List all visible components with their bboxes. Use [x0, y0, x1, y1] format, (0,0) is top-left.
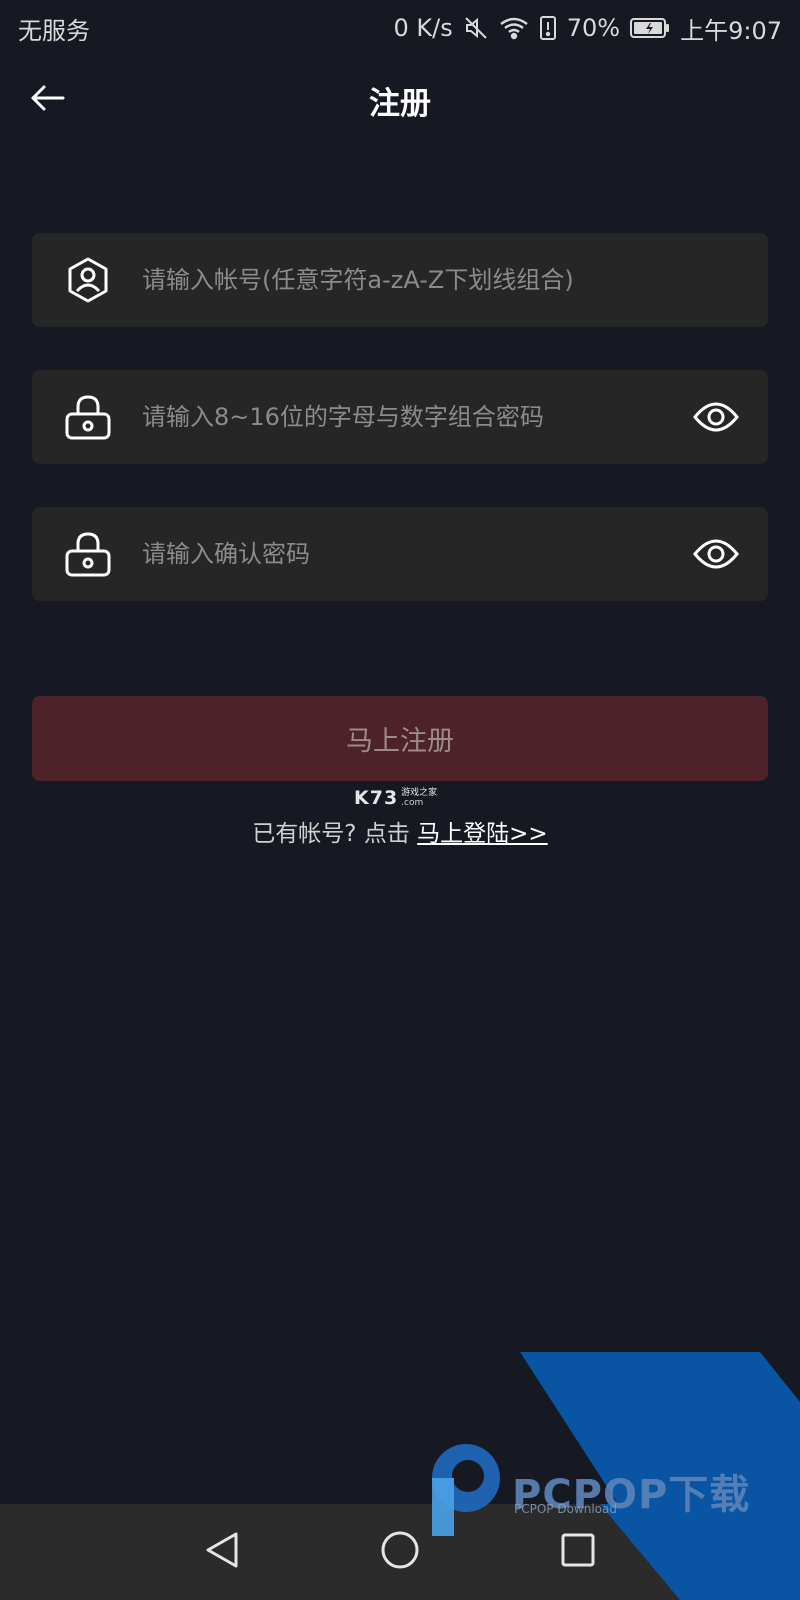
login-link[interactable]: 马上登陆>> — [417, 821, 548, 847]
nav-back-button[interactable] — [182, 1504, 262, 1600]
circle-home-icon — [380, 1530, 420, 1574]
confirm-password-input[interactable] — [142, 507, 690, 601]
mute-icon — [463, 15, 489, 41]
page-title: 注册 — [369, 85, 431, 122]
confirm-password-field — [32, 507, 768, 601]
k73-meta: 游戏之家 .com — [401, 788, 437, 808]
net-speed: 0 K/s — [393, 14, 453, 42]
carrier-label: 无服务 — [18, 16, 90, 45]
k73-logo: K73 — [354, 787, 399, 809]
triangle-back-icon — [204, 1531, 240, 1573]
lock-icon — [62, 528, 114, 580]
wifi-icon — [499, 15, 529, 41]
square-recent-icon — [560, 1532, 596, 1572]
lock-icon — [62, 391, 114, 443]
nav-home-button[interactable] — [360, 1504, 440, 1600]
battery-icon — [630, 17, 670, 39]
alert-icon — [539, 15, 557, 41]
has-account-text: 已有帐号? 点击 — [252, 821, 418, 847]
nav-recent-button[interactable] — [538, 1504, 618, 1600]
user-hexagon-icon — [62, 254, 114, 306]
k73-watermark: K73 游戏之家 .com — [354, 788, 450, 810]
status-bar: 无服务 0 K/s 70% 上午9:07 — [0, 0, 800, 56]
battery-percent: 70% — [566, 14, 621, 42]
k73-domain: .com — [401, 798, 424, 808]
arrow-left-icon — [30, 84, 66, 116]
account-input[interactable] — [142, 233, 768, 327]
k73-sub: 游戏之家 — [401, 788, 438, 798]
login-prompt: 已有帐号? 点击 马上登陆>> — [0, 814, 800, 848]
nav-header: 注册 — [0, 60, 800, 140]
eye-icon[interactable] — [690, 528, 742, 580]
eye-icon[interactable] — [690, 391, 742, 443]
back-button[interactable] — [24, 78, 72, 122]
password-input[interactable] — [142, 370, 690, 464]
account-field — [32, 233, 768, 327]
status-icons: 0 K/s 70% 上午9:07 — [394, 11, 782, 46]
register-button[interactable]: 马上注册 — [32, 696, 768, 781]
clock: 上午9:07 — [680, 16, 782, 45]
password-field — [32, 370, 768, 464]
